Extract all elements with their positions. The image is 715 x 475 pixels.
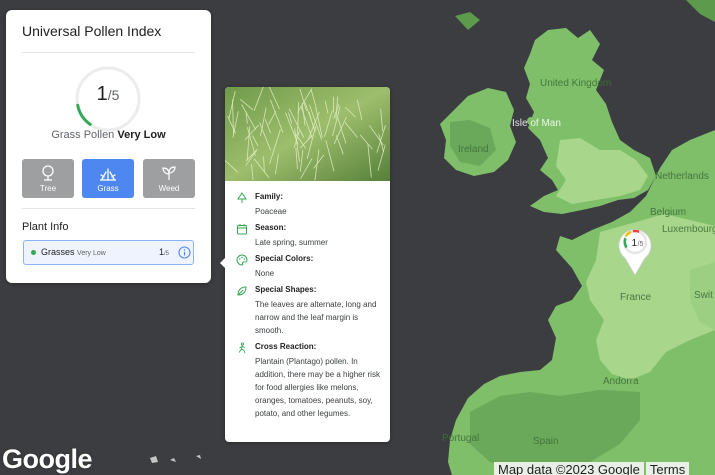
weed-button-label: Weed xyxy=(158,184,180,193)
fact-title: Special Colors: xyxy=(255,254,314,263)
label-spain: Spain xyxy=(533,436,559,447)
gauge-arc xyxy=(76,103,92,126)
tree-outline-icon xyxy=(237,192,247,203)
tree-button-label: Tree xyxy=(39,184,57,193)
label-belgium: Belgium xyxy=(650,207,686,218)
plant-index-denominator: /5 xyxy=(164,251,170,257)
pollen-level-text: Grass Pollen Very Low xyxy=(22,129,195,141)
divider xyxy=(22,208,195,209)
pollen-level-value: Very Low xyxy=(117,129,166,141)
weed-icon xyxy=(162,166,176,180)
pollen-map-marker[interactable]: 1 /5 xyxy=(617,224,653,276)
terms-link[interactable]: Terms xyxy=(645,462,690,475)
fact-title: Season: xyxy=(255,223,287,232)
fact-title: Cross Reaction: xyxy=(255,342,317,351)
grass-photo xyxy=(225,87,390,181)
pollen-index-value: 1/5 xyxy=(74,83,142,106)
plant-name-text: Grasses xyxy=(41,247,75,257)
status-dot xyxy=(31,250,36,255)
fact-text: None xyxy=(255,269,275,278)
marker-denominator: /5 xyxy=(638,241,644,248)
cross-reaction-icon xyxy=(238,342,246,354)
map-attribution: Map data ©2023 Google Terms xyxy=(494,462,691,475)
plant-info-card: Family: Poaceae Season: Late spring, sum… xyxy=(220,87,390,442)
tree-button[interactable]: Tree xyxy=(22,159,74,198)
calendar-icon xyxy=(237,224,247,235)
grass-icon xyxy=(100,168,116,181)
info-icon[interactable] xyxy=(178,246,191,259)
fact-title: Special Shapes: xyxy=(255,285,317,294)
card-pointer xyxy=(220,257,226,269)
fact-text: Poaceae xyxy=(255,207,287,216)
weed-button[interactable]: Weed xyxy=(143,159,195,198)
panel-title: Universal Pollen Index xyxy=(22,23,162,39)
plant-info-title: Plant Info xyxy=(22,221,69,233)
fact-text: The leaves are alternate, long and narro… xyxy=(255,300,377,335)
label-portugal: Portugal xyxy=(442,433,479,444)
label-france: France xyxy=(620,292,652,303)
plant-level: Very Low xyxy=(77,250,106,257)
pollen-index-panel: Universal Pollen Index 1/5 Grass Pollen … xyxy=(6,10,211,283)
label-ireland: Ireland xyxy=(458,144,489,155)
pollen-type-label: Grass Pollen xyxy=(51,129,115,141)
map-pin-icon: 1 /5 xyxy=(618,229,652,276)
label-andorra: Andorra xyxy=(603,376,639,387)
label-netherlands: Netherlands xyxy=(655,171,709,182)
tree-icon xyxy=(42,165,54,181)
label-isle-of-man: Isle of Man xyxy=(512,118,561,129)
palette-icon xyxy=(236,254,248,266)
label-united-kingdom: United Kingdom xyxy=(540,78,611,89)
plant-row-grasses[interactable]: Grasses Very Low 1/5 xyxy=(23,240,194,265)
plant-name: Grasses Very Low xyxy=(41,247,106,257)
grass-button[interactable]: Grass xyxy=(82,159,134,198)
index-denominator: /5 xyxy=(107,87,120,103)
map-data-credit: Map data ©2023 Google xyxy=(494,462,644,475)
fact-text: Late spring, summer xyxy=(255,238,328,247)
plant-index-value: 1/5 xyxy=(159,247,169,257)
fact-title: Family: xyxy=(255,192,284,201)
leaf-icon xyxy=(237,286,247,296)
fact-text: Plantain (Plantago) pollen. In addition,… xyxy=(255,357,380,418)
index-number: 1 xyxy=(96,83,108,105)
google-logo: Google xyxy=(2,444,93,474)
grass-button-label: Grass xyxy=(97,184,119,193)
divider xyxy=(22,52,195,53)
label-luxembourg: Luxembourg xyxy=(662,224,715,235)
label-switzerland: Swit xyxy=(694,290,713,301)
